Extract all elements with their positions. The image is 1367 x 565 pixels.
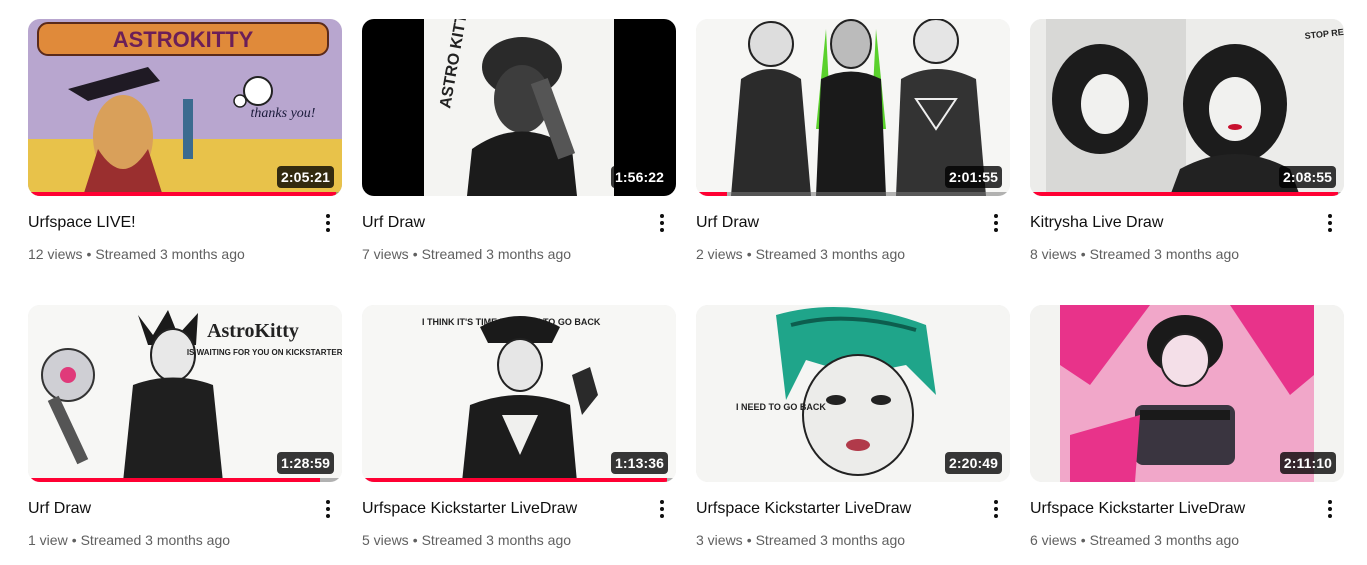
video-title[interactable]: Urf Draw <box>696 212 976 234</box>
svg-text:thanks you!: thanks you! <box>251 106 316 121</box>
svg-text:ASTROKITTY: ASTROKITTY <box>113 27 254 52</box>
view-count: 7 views <box>362 246 409 262</box>
video-card[interactable]: 2:11:10 Urfspace Kickstarter LiveDraw 6 … <box>1030 305 1344 565</box>
video-metadata: 7 views • Streamed 3 months ago <box>362 246 572 262</box>
watch-progress-fill <box>28 478 321 482</box>
video-thumbnail[interactable]: 2:01:55 <box>696 19 1010 196</box>
video-card[interactable]: 2:01:55 Urf Draw 2 views • Streamed 3 mont… <box>696 19 1010 279</box>
stream-date: Streamed 3 months ago <box>1089 246 1240 262</box>
svg-text:AstroKitty: AstroKitty <box>207 320 299 342</box>
watch-progress-fill <box>362 478 667 482</box>
video-title[interactable]: Urf Draw <box>28 498 308 520</box>
more-actions-icon[interactable] <box>1318 211 1342 235</box>
stream-date: Streamed 3 months ago <box>421 246 572 262</box>
duration-badge: 2:05:21 <box>277 166 334 188</box>
duration-badge: 2:08:55 <box>1279 166 1336 188</box>
view-count: 12 views <box>28 246 83 262</box>
video-metadata: 12 views • Streamed 3 months ago <box>28 246 245 262</box>
duration-badge: 1:56:22 <box>611 166 668 188</box>
svg-text:IS WAITING FOR YOU ON KICKSTAR: IS WAITING FOR YOU ON KICKSTARTER! <box>187 348 342 357</box>
more-actions-icon[interactable] <box>316 497 340 521</box>
video-thumbnail[interactable]: STOP REFLECTING GO BACK 2:08:55 <box>1030 19 1344 196</box>
video-title[interactable]: Urf Draw <box>362 212 642 234</box>
watch-progress-fill <box>696 192 728 196</box>
video-thumbnail[interactable]: I NEED TO GO BACK 2:20:49 <box>696 305 1010 482</box>
video-metadata: 6 views • Streamed 3 months ago <box>1030 532 1240 548</box>
duration-badge: 2:01:55 <box>945 166 1002 188</box>
stream-date: Streamed 3 months ago <box>95 246 245 262</box>
stream-date: Streamed 3 months ago <box>755 532 906 548</box>
video-metadata: 8 views • Streamed 3 months ago <box>1030 246 1240 262</box>
more-actions-icon[interactable] <box>1318 497 1342 521</box>
watch-progress-bar <box>28 478 342 482</box>
view-count: 1 view <box>28 532 68 548</box>
video-card[interactable]: STOP REFLECTING GO BACK 2:08:55 Kitrysha… <box>1030 19 1344 279</box>
more-actions-icon[interactable] <box>650 211 674 235</box>
video-title[interactable]: Urfspace Kickstarter LiveDraw <box>696 498 976 520</box>
video-card[interactable]: I THINK IT'S TIME FOR YOU TO GO BACK 1:1… <box>362 305 676 565</box>
view-count: 5 views <box>362 532 409 548</box>
video-title[interactable]: Urfspace LIVE! <box>28 212 308 234</box>
watch-progress-fill <box>1030 192 1338 196</box>
watch-progress-fill <box>28 192 336 196</box>
video-thumbnail[interactable]: ASTROKITTY thanks you! 2:05:21 <box>28 19 342 196</box>
video-title[interactable]: Urfspace Kickstarter LiveDraw <box>362 498 642 520</box>
video-thumbnail[interactable]: AstroKitty IS WAITING FOR YOU ON KICKSTA… <box>28 305 342 482</box>
video-grid: ASTROKITTY thanks you! 2:05:21 Urfspace … <box>0 0 1367 548</box>
video-card[interactable]: I NEED TO GO BACK 2:20:49 Urfspace Kicks… <box>696 305 1010 565</box>
video-metadata: 1 view • Streamed 3 months ago <box>28 532 231 548</box>
duration-badge: 2:20:49 <box>945 452 1002 474</box>
view-count: 2 views <box>696 246 743 262</box>
video-card[interactable]: ASTROKITTY thanks you! 2:05:21 Urfspace … <box>28 19 342 279</box>
view-count: 3 views <box>696 532 743 548</box>
video-metadata: 2 views • Streamed 3 months ago <box>696 246 906 262</box>
duration-badge: 1:13:36 <box>611 452 668 474</box>
stream-date: Streamed 3 months ago <box>755 246 906 262</box>
duration-badge: 1:28:59 <box>277 452 334 474</box>
more-actions-icon[interactable] <box>984 211 1008 235</box>
more-actions-icon[interactable] <box>650 497 674 521</box>
more-actions-icon[interactable] <box>984 497 1008 521</box>
video-metadata: 3 views • Streamed 3 months ago <box>696 532 906 548</box>
video-card[interactable]: AstroKitty IS WAITING FOR YOU ON KICKSTA… <box>28 305 342 565</box>
video-title[interactable]: Urfspace Kickstarter LiveDraw <box>1030 498 1310 520</box>
watch-progress-bar <box>28 192 342 196</box>
stream-date: Streamed 3 months ago <box>421 532 572 548</box>
view-count: 8 views <box>1030 246 1077 262</box>
watch-progress-bar <box>1030 192 1344 196</box>
stream-date: Streamed 3 months ago <box>1089 532 1240 548</box>
stream-date: Streamed 3 months ago <box>80 532 231 548</box>
more-actions-icon[interactable] <box>316 211 340 235</box>
video-metadata: 5 views • Streamed 3 months ago <box>362 532 572 548</box>
watch-progress-bar <box>696 192 1010 196</box>
watch-progress-bar <box>362 478 676 482</box>
duration-badge: 2:11:10 <box>1279 452 1336 474</box>
view-count: 6 views <box>1030 532 1077 548</box>
video-thumbnail[interactable]: ASTRO KITTY 1:56:22 <box>362 19 676 196</box>
video-card[interactable]: ASTRO KITTY 1:56:22 Urf Draw 7 views • Str… <box>362 19 676 279</box>
video-thumbnail[interactable]: 2:11:10 <box>1030 305 1344 482</box>
video-thumbnail[interactable]: I THINK IT'S TIME FOR YOU TO GO BACK 1:1… <box>362 305 676 482</box>
video-title[interactable]: Kitrysha Live Draw <box>1030 212 1310 234</box>
svg-text:I NEED TO GO BACK: I NEED TO GO BACK <box>736 402 826 412</box>
